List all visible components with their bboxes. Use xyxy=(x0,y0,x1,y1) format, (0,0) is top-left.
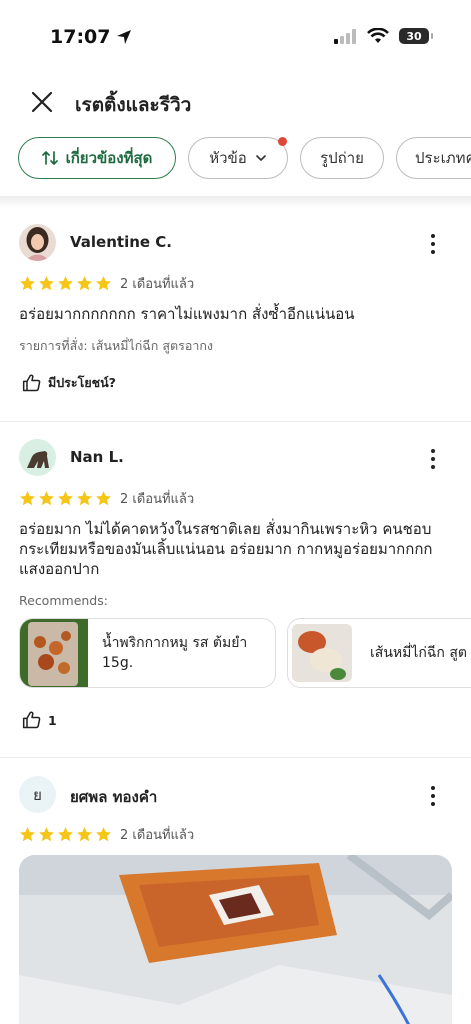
wifi-icon xyxy=(367,28,389,43)
product-image xyxy=(288,619,356,687)
sort-icon xyxy=(41,151,58,165)
filter-chip-topic[interactable]: หัวข้อ xyxy=(188,137,288,179)
review-author: ยศพล ทองคำ xyxy=(70,788,158,806)
filter-chip-label: เกี่ยวข้องที่สุด xyxy=(65,149,153,167)
thumbs-up-icon xyxy=(22,711,41,729)
star-icon xyxy=(39,827,54,842)
filter-chip-label: หัวข้อ xyxy=(209,149,247,167)
helpful-label: มีประโยชน์? xyxy=(48,375,116,390)
review-date: 2 เดือนที่แล้ว xyxy=(120,828,195,843)
rating-stars: 2 เดือนที่แล้ว xyxy=(19,273,194,294)
star-icon xyxy=(20,827,35,842)
divider xyxy=(0,757,471,758)
review-photo-image xyxy=(19,855,452,1024)
star-icon xyxy=(96,276,111,291)
review-author: Valentine C. xyxy=(70,233,172,251)
battery-indicator: 30 xyxy=(399,28,433,44)
filter-chip-photos[interactable]: รูปถ่าย xyxy=(300,137,384,179)
filter-chip-label: รูปถ่าย xyxy=(320,149,364,167)
thumbs-up-icon xyxy=(22,374,41,392)
review-photo[interactable] xyxy=(19,855,452,1024)
star-icon xyxy=(58,827,73,842)
helpful-button[interactable]: มีประโยชน์? xyxy=(22,373,116,393)
star-icon xyxy=(96,827,111,842)
star-icon xyxy=(77,276,92,291)
star-icon xyxy=(39,276,54,291)
helpful-button[interactable]: 1 xyxy=(22,710,57,730)
page-title: เรตติ้งและรีวิว xyxy=(75,94,192,116)
chevron-down-icon xyxy=(255,155,266,161)
avatar-image xyxy=(19,439,56,476)
helpful-count: 1 xyxy=(48,712,57,728)
close-button[interactable] xyxy=(28,88,56,116)
more-options-button[interactable] xyxy=(423,232,443,256)
signal-icon xyxy=(334,29,356,44)
status-icons: 30 xyxy=(333,28,433,44)
recommends-label: Recommends: xyxy=(19,593,108,608)
filter-chip-relevant[interactable]: เกี่ยวข้องที่สุด xyxy=(18,137,176,179)
location-arrow-icon xyxy=(117,30,132,44)
review-author: Nan L. xyxy=(70,448,124,466)
recommended-item-name: เส้นหมี่ไก่ฉีก สูต xyxy=(370,645,467,661)
status-bar: 17:07 30 xyxy=(0,0,471,70)
star-icon xyxy=(96,491,111,506)
rating-stars: 2 เดือนที่แล้ว xyxy=(19,488,194,509)
star-icon xyxy=(20,276,35,291)
recommended-item-card[interactable]: น้ำพริกกากหมู รส ต้มยำ 15g. xyxy=(19,618,276,688)
more-options-button[interactable] xyxy=(423,447,443,471)
recommended-item-name: น้ำพริกกากหมู รส ต้มยำ 15g. xyxy=(102,635,248,671)
star-icon xyxy=(77,827,92,842)
star-icon xyxy=(77,491,92,506)
ordered-items: รายการที่สั่ง: เส้นหมี่ไก่ฉีก สูตรอากง xyxy=(19,338,214,353)
header-shadow xyxy=(0,196,471,208)
star-icon xyxy=(20,491,35,506)
avatar xyxy=(19,224,56,261)
filter-chip-label: ประเภทค xyxy=(415,149,471,167)
review-date: 2 เดือนที่แล้ว xyxy=(120,277,195,292)
battery-level: 30 xyxy=(406,29,422,43)
star-icon xyxy=(39,491,54,506)
time-text: 17:07 xyxy=(50,26,111,48)
product-image xyxy=(20,619,88,687)
rating-stars: 2 เดือนที่แล้ว xyxy=(19,824,194,845)
review-text: อร่อยมาก ไม่ได้คาดหวังในรสชาติเลย สั่งมา… xyxy=(19,520,433,578)
avatar: ย xyxy=(19,776,56,813)
avatar-photo xyxy=(19,224,56,261)
recommended-item-card[interactable]: เส้นหมี่ไก่ฉีก สูต xyxy=(287,618,471,688)
divider xyxy=(0,421,471,422)
close-icon xyxy=(31,91,53,113)
filter-chip-type[interactable]: ประเภทค xyxy=(396,137,471,179)
star-icon xyxy=(58,276,73,291)
filter-chips: เกี่ยวข้องที่สุด หัวข้อ รูปถ่าย ประเภทค xyxy=(18,137,471,183)
review-text: อร่อยมากกกกกกก ราคาไม่แพงมาก สั่งซ้ำอีกแ… xyxy=(19,305,355,323)
avatar xyxy=(19,439,56,476)
review-date: 2 เดือนที่แล้ว xyxy=(120,492,195,507)
status-time: 17:07 xyxy=(50,26,132,48)
notification-dot xyxy=(278,137,287,146)
page-header: เรตติ้งและรีวิว xyxy=(0,72,471,132)
avatar-letter: ย xyxy=(33,785,42,804)
star-icon xyxy=(58,491,73,506)
more-options-button[interactable] xyxy=(423,784,443,808)
